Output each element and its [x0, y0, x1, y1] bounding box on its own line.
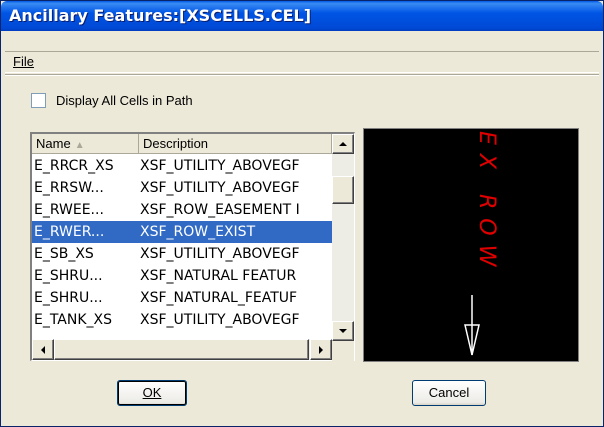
list-item[interactable]: E_TANK_XS XSF_UTILITY_ABOVEGF [32, 309, 332, 331]
cancel-button[interactable]: Cancel [412, 380, 486, 406]
cell-name: E_SHRU... [34, 268, 103, 284]
cell-name: E_SB_XS [34, 246, 94, 262]
list-rows: E_RRCR_XS XSF_UTILITY_ABOVEGF E_RRSW... XSF… [32, 155, 332, 335]
cell-name: E_TANK_XS [34, 312, 113, 328]
cell-name: E_SHRU... [34, 290, 103, 306]
menu-separator [5, 74, 599, 76]
cell-description: XSF_UTILITY_ABOVEGF [140, 312, 300, 328]
cell-name: E_RRSW... [34, 180, 104, 196]
scroll-up-button[interactable] [332, 134, 354, 154]
cell-description: XSF_UTILITY_ABOVEGF [140, 158, 300, 174]
scroll-down-icon [339, 329, 347, 333]
cell-description: XSF_NATURAL_FEATUF [140, 290, 298, 306]
list-header: Name ▲ Description [32, 134, 332, 154]
sort-ascending-icon: ▲ [74, 140, 85, 151]
scroll-up-icon [339, 142, 347, 146]
cell-name: E_RWER... [34, 224, 105, 240]
vertical-scroll-thumb[interactable] [332, 176, 354, 204]
cell-description: XSF_UTILITY_ABOVEGF [140, 180, 300, 196]
scroll-right-button[interactable] [310, 339, 332, 360]
list-item[interactable]: E_RRSW... XSF_UTILITY_ABOVEGF [32, 177, 332, 199]
cell-description: XSF_UTILITY_ABOVEGF [140, 246, 300, 262]
column-header-description[interactable]: Description [139, 134, 332, 154]
scrollbar-corner [332, 341, 354, 361]
cells-list[interactable]: Name ▲ Description E_RRCR_XS XSF_UTILITY_A… [30, 132, 355, 361]
list-item[interactable]: E_RWER... XSF_ROW_EXIST [32, 221, 332, 243]
scroll-right-icon [319, 345, 323, 354]
scroll-down-button[interactable] [332, 321, 354, 341]
preview-cell-text: EX ROW [474, 131, 499, 275]
menu-file[interactable]: File [13, 54, 34, 69]
column-header-name-label: Name [36, 136, 71, 151]
cell-name: E_RWEE... [34, 202, 104, 218]
horizontal-scroll-thumb[interactable] [54, 339, 309, 360]
cell-description: XSF_NATURAL FEATUR [140, 268, 297, 284]
ancillary-features-dialog: Ancillary Features:[XSCELLS.CEL] File Di… [0, 0, 604, 427]
list-item[interactable]: E_SHRU... XSF_NATURAL FEATUR [32, 265, 332, 287]
window-title: Ancillary Features:[XSCELLS.CEL] [9, 6, 312, 25]
cell-description: XSF_ROW_EXIST [140, 224, 256, 240]
preview-canvas: EX ROW [464, 131, 499, 356]
column-header-name[interactable]: Name ▲ [32, 134, 139, 154]
scroll-left-icon [41, 345, 45, 354]
title-bar[interactable]: Ancillary Features:[XSCELLS.CEL] [1, 1, 603, 31]
cell-description: XSF_ROW_EASEMENT I [140, 202, 300, 218]
list-item[interactable]: E_SHRU... XSF_NATURAL_FEATUF [32, 287, 332, 309]
cell-preview: EX ROW [363, 128, 579, 362]
menu-file-label: File [13, 54, 34, 69]
ok-button-label: OK [142, 385, 162, 400]
horizontal-scrollbar[interactable] [32, 339, 332, 360]
menu-bar: File [5, 51, 599, 73]
scroll-left-button[interactable] [32, 339, 54, 360]
cell-name: E_RRCR_XS [34, 158, 114, 174]
list-item[interactable]: E_SB_XS XSF_UTILITY_ABOVEGF [32, 243, 332, 265]
vertical-scrollbar[interactable] [332, 134, 354, 341]
column-header-description-label: Description [143, 136, 209, 151]
cancel-button-label: Cancel [428, 385, 470, 400]
display-all-cells-checkbox[interactable] [31, 93, 46, 108]
list-item[interactable]: E_RWEE... XSF_ROW_EASEMENT I [32, 199, 332, 221]
ok-button[interactable]: OK [117, 380, 187, 406]
list-item[interactable]: E_RRCR_XS XSF_UTILITY_ABOVEGF [32, 155, 332, 177]
display-all-cells-label[interactable]: Display All Cells in Path [56, 93, 193, 108]
